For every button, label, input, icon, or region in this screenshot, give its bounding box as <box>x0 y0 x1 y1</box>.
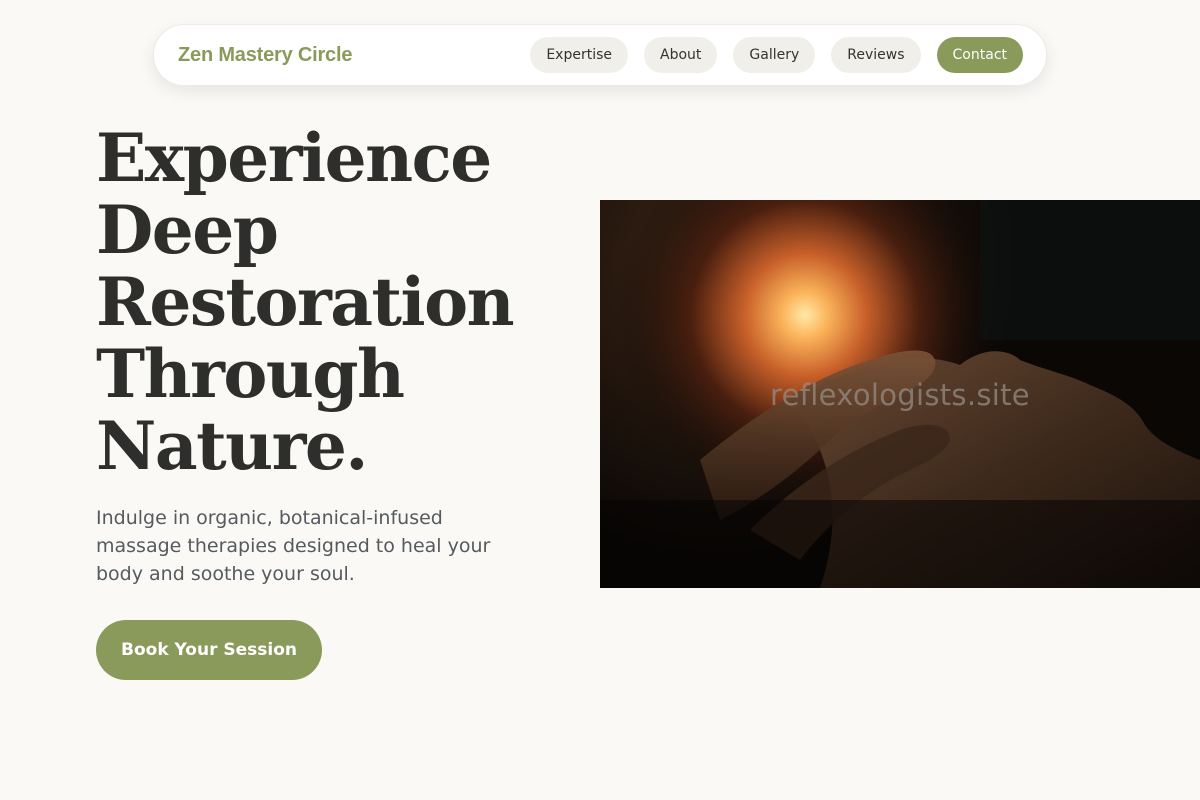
hero-title: Experience Deep Restoration Through Natu… <box>96 122 576 482</box>
book-session-button[interactable]: Book Your Session <box>96 620 322 680</box>
navbar: Zen Mastery Circle Expertise About Galle… <box>153 24 1047 86</box>
nav-link-contact[interactable]: Contact <box>936 37 1023 73</box>
brand-logo[interactable]: Zen Mastery Circle <box>178 44 352 67</box>
nav-link-expertise[interactable]: Expertise <box>530 37 628 73</box>
hero-subtitle: Indulge in organic, botanical-infused ma… <box>96 507 491 585</box>
hero-massage-photo: reflexologists.site <box>600 200 1200 588</box>
hero-title-line: Experience <box>96 119 492 197</box>
hero-title-line: Deep <box>96 191 279 269</box>
nav-link-gallery[interactable]: Gallery <box>733 37 816 73</box>
nav-link-about[interactable]: About <box>644 37 718 73</box>
hero-title-line: Restoration <box>96 263 515 341</box>
hero-title-line: Nature. <box>96 407 368 485</box>
nav-links: Expertise About Gallery Reviews Contact <box>530 37 1023 73</box>
hero-title-line: Through <box>96 335 405 413</box>
image-watermark: reflexologists.site <box>770 378 1030 412</box>
nav-link-reviews[interactable]: Reviews <box>831 37 921 73</box>
